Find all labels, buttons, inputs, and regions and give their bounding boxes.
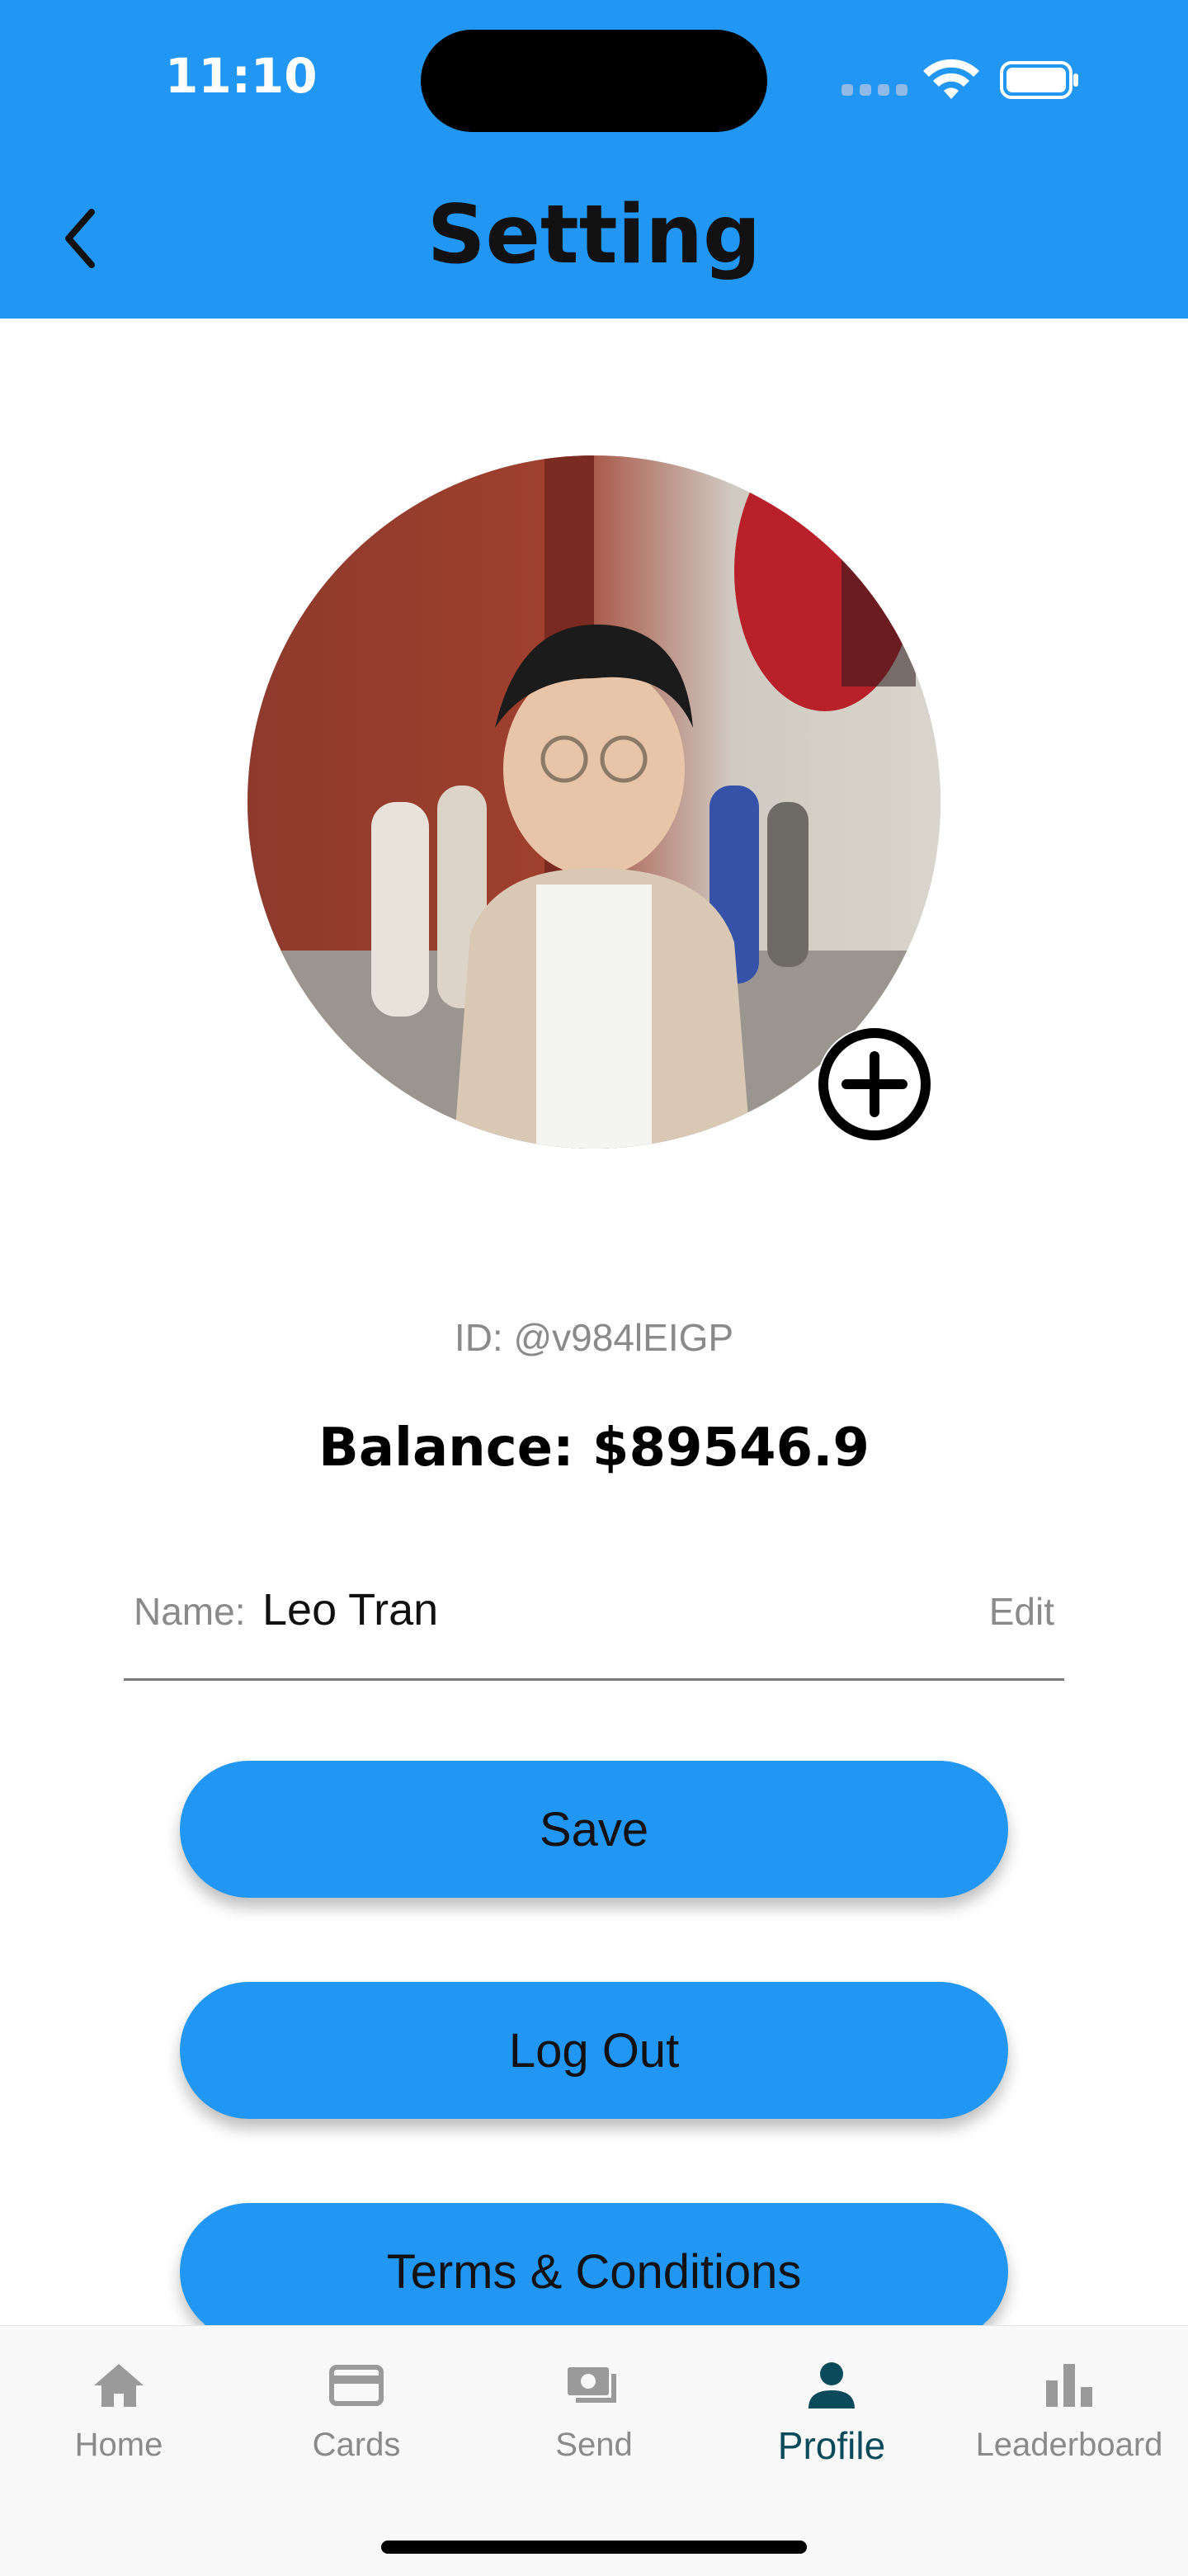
- nav-cards[interactable]: Cards: [238, 2356, 475, 2488]
- name-label: Name:: [134, 1590, 246, 1633]
- edit-name-button[interactable]: Edit: [989, 1589, 1054, 1634]
- credit-card-icon: [329, 2365, 384, 2406]
- home-icon: [94, 2364, 144, 2407]
- nav-profile-label: Profile: [777, 2424, 886, 2467]
- add-photo-button[interactable]: [817, 1026, 932, 1142]
- name-field[interactable]: Name: Leo Tran Edit: [124, 1568, 1064, 1681]
- user-id: ID: @v984lEIGP: [454, 1316, 734, 1359]
- nav-leaderboard[interactable]: Leaderboard: [950, 2356, 1188, 2488]
- bar-chart-icon: [1046, 2364, 1092, 2407]
- logout-button[interactable]: Log Out: [180, 1982, 1008, 2119]
- status-time: 11:10: [165, 48, 318, 104]
- battery-icon: [1000, 61, 1078, 99]
- cellular-signal-icon: [842, 84, 908, 97]
- home-indicator: [381, 2541, 807, 2554]
- nav-leaderboard-label: Leaderboard: [975, 2427, 1163, 2463]
- bottom-nav: Home Cards Send Profile Leaderboard: [0, 2325, 1188, 2576]
- page-title: Setting: [427, 188, 761, 282]
- send-money-icon: [568, 2367, 616, 2403]
- name-value[interactable]: Leo Tran: [262, 1584, 438, 1635]
- nav-home-label: Home: [74, 2427, 163, 2463]
- dynamic-island: [421, 30, 767, 132]
- nav-profile[interactable]: Profile: [713, 2356, 950, 2488]
- terms-button[interactable]: Terms & Conditions: [180, 2203, 1008, 2340]
- nav-home[interactable]: Home: [0, 2356, 238, 2488]
- balance: Balance: $89546.9: [318, 1418, 870, 1479]
- person-icon: [808, 2362, 855, 2409]
- wifi-icon: [923, 59, 979, 99]
- nav-send-label: Send: [555, 2427, 633, 2463]
- save-button[interactable]: Save: [180, 1761, 1008, 1898]
- nav-send[interactable]: Send: [475, 2356, 713, 2488]
- nav-cards-label: Cards: [312, 2427, 401, 2463]
- plus-circle-icon: [818, 1028, 931, 1140]
- app-header: 11:10 Setting: [0, 0, 1188, 318]
